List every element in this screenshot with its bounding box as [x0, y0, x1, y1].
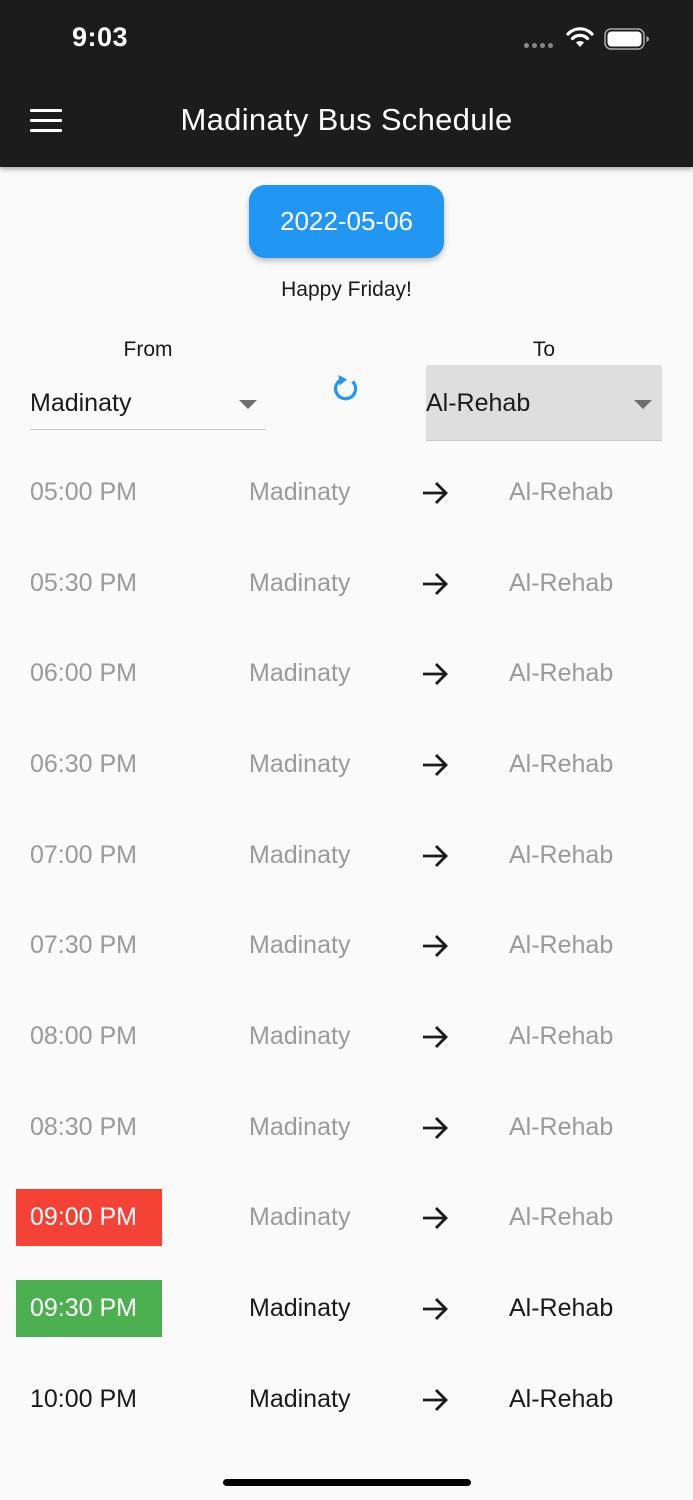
- trip-time: 06:00 PM: [30, 659, 138, 687]
- trip-to: Al-Rehab: [509, 478, 614, 506]
- trip-time: 05:00 PM: [30, 478, 138, 506]
- trip-row[interactable]: 08:30 PM Madinaty Al-Rehab: [0, 1097, 693, 1157]
- trip-row[interactable]: 06:00 PM Madinaty Al-Rehab: [0, 643, 693, 703]
- greeting-text: Happy Friday!: [281, 278, 412, 301]
- arrow-right-icon: [423, 1389, 448, 1411]
- arrow-right-icon: [423, 1298, 448, 1320]
- trip-from: Madinaty: [249, 1203, 351, 1231]
- trip-from: Madinaty: [249, 569, 351, 597]
- trip-from: Madinaty: [249, 841, 351, 869]
- trip-time: 07:00 PM: [30, 841, 138, 869]
- trip-time: 08:30 PM: [30, 1113, 138, 1141]
- to-label: To: [532, 338, 556, 361]
- arrow-right-icon: [423, 845, 448, 867]
- trip-to: Al-Rehab: [509, 1294, 614, 1322]
- trip-from: Madinaty: [249, 478, 351, 506]
- trip-row[interactable]: 05:00 PM Madinaty Al-Rehab: [0, 462, 693, 522]
- trip-to: Al-Rehab: [509, 1203, 614, 1231]
- arrow-right-icon: [423, 573, 448, 595]
- trip-to: Al-Rehab: [509, 931, 614, 959]
- arrow-right-icon: [423, 1026, 448, 1048]
- battery-icon: [604, 28, 649, 50]
- trip-from: Madinaty: [249, 1385, 351, 1413]
- trip-row[interactable]: 09:30 PM Madinaty Al-Rehab: [0, 1278, 693, 1338]
- from-dropdown-value: Madinaty: [30, 389, 132, 417]
- trip-row[interactable]: 09:00 PM Madinaty Al-Rehab: [0, 1187, 693, 1247]
- arrow-right-icon: [423, 935, 448, 957]
- to-dropdown-value: Al-Rehab: [426, 389, 531, 417]
- trip-from: Madinaty: [249, 931, 351, 959]
- trip-to: Al-Rehab: [509, 1385, 614, 1413]
- trip-to: Al-Rehab: [509, 1113, 614, 1141]
- home-indicator: [223, 1479, 471, 1486]
- trip-to: Al-Rehab: [509, 1022, 614, 1050]
- arrow-right-icon: [423, 482, 448, 504]
- trip-time: 07:30 PM: [30, 931, 138, 959]
- trip-time: 05:30 PM: [30, 569, 138, 597]
- trip-from: Madinaty: [249, 1022, 351, 1050]
- trip-from: Madinaty: [249, 1113, 351, 1141]
- from-label: From: [123, 338, 173, 361]
- arrow-right-icon: [423, 1117, 448, 1139]
- trip-row[interactable]: 07:00 PM Madinaty Al-Rehab: [0, 825, 693, 885]
- trip-time: 10:00 PM: [30, 1385, 138, 1413]
- trip-row[interactable]: 05:30 PM Madinaty Al-Rehab: [0, 553, 693, 613]
- from-dropdown[interactable]: Madinaty: [30, 365, 266, 430]
- cellular-signal-icon: [524, 43, 553, 48]
- trip-to: Al-Rehab: [509, 841, 614, 869]
- trip-row[interactable]: 10:00 PM Madinaty Al-Rehab: [0, 1369, 693, 1429]
- trip-to: Al-Rehab: [509, 750, 614, 778]
- wifi-icon: [566, 27, 594, 47]
- arrow-right-icon: [423, 754, 448, 776]
- date-picker-button[interactable]: 2022-05-06: [249, 185, 444, 258]
- trip-from: Madinaty: [249, 750, 351, 778]
- arrow-right-icon: [423, 1207, 448, 1229]
- status-time: 9:03: [72, 22, 129, 52]
- trip-row[interactable]: 08:00 PM Madinaty Al-Rehab: [0, 1006, 693, 1066]
- dropdown-arrow-icon: [634, 400, 652, 409]
- trip-to: Al-Rehab: [509, 569, 614, 597]
- trip-row[interactable]: 07:30 PM Madinaty Al-Rehab: [0, 915, 693, 975]
- dropdown-arrow-icon: [239, 400, 257, 409]
- trip-time-next-badge: 09:30 PM: [16, 1280, 162, 1337]
- trip-time-missed-badge: 09:00 PM: [16, 1189, 162, 1246]
- swap-direction-icon[interactable]: [329, 372, 363, 406]
- to-dropdown[interactable]: Al-Rehab: [426, 365, 662, 441]
- trip-from: Madinaty: [249, 659, 351, 687]
- app-bar: 9:03 Madinaty Bus Schedule: [0, 0, 693, 167]
- trip-row[interactable]: 06:30 PM Madinaty Al-Rehab: [0, 734, 693, 794]
- trip-to: Al-Rehab: [509, 659, 614, 687]
- trip-time: 06:30 PM: [30, 750, 138, 778]
- arrow-right-icon: [423, 663, 448, 685]
- trip-time: 08:00 PM: [30, 1022, 138, 1050]
- trip-from: Madinaty: [249, 1294, 351, 1322]
- app-title: Madinaty Bus Schedule: [180, 102, 513, 137]
